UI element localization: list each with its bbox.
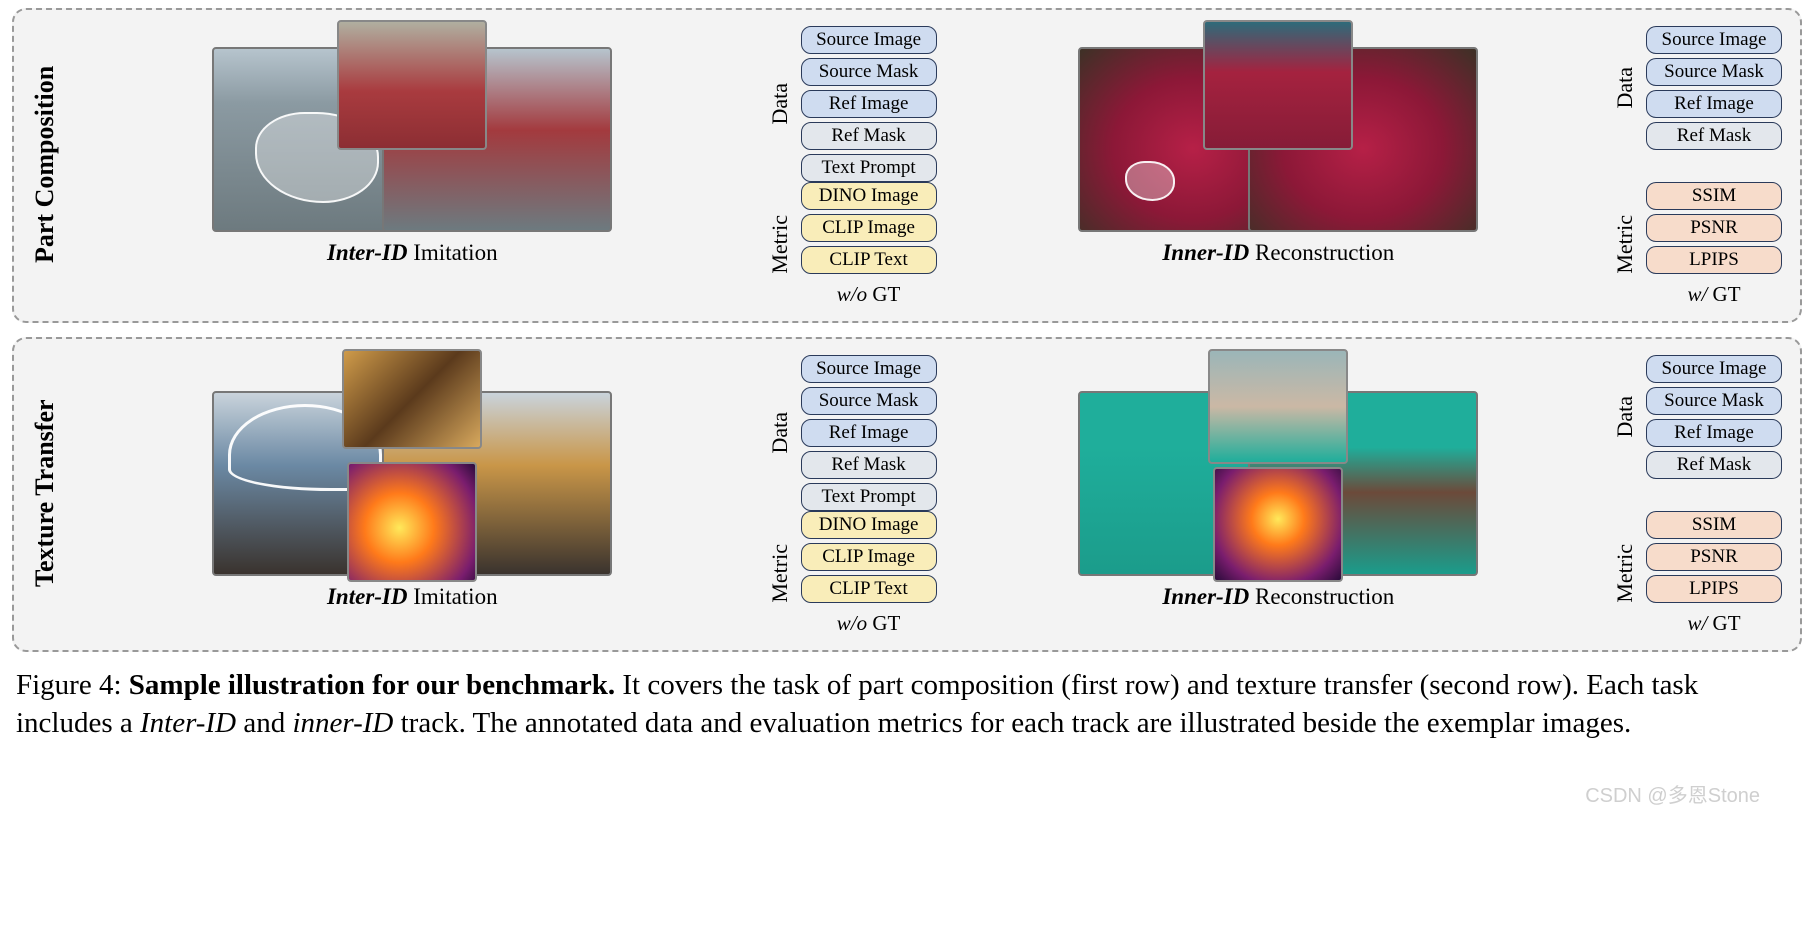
watermark: CSDN @多恩Stone xyxy=(1585,779,1760,808)
metric-label: Metric xyxy=(1612,544,1638,603)
data-stack: Source Image Source Mask Ref Image Ref M… xyxy=(801,355,937,511)
image-block: Inner-ID Reconstruction xyxy=(959,22,1598,307)
image-row xyxy=(959,22,1598,232)
source-mask-overlay xyxy=(1125,161,1175,201)
data-stack: Source Image Source Mask Ref Image Ref M… xyxy=(801,26,937,182)
metric-stack: DINO Image CLIP Image CLIP Text w/o GT xyxy=(801,511,937,636)
data-label: Data xyxy=(767,412,793,454)
tags-col: Data Source Image Source Mask Ref Image … xyxy=(1612,22,1782,307)
depth-overlay xyxy=(347,462,477,582)
image-row xyxy=(72,351,753,576)
pill-source-image: Source Image xyxy=(1646,26,1782,54)
metric-stack: SSIM PSNR LPIPS w/ GT xyxy=(1646,511,1782,636)
metric-group: Metric SSIM PSNR LPIPS w/ GT xyxy=(1612,511,1782,636)
inner-id-block-pc: Inner-ID Reconstruction Data Source Imag… xyxy=(959,22,1782,307)
metric-stack: SSIM PSNR LPIPS w/ GT xyxy=(1646,182,1782,307)
metric-label: Metric xyxy=(1612,215,1638,274)
pill-ref-mask: Ref Mask xyxy=(1646,451,1782,479)
data-group: Data Source Image Source Mask Ref Image … xyxy=(1612,355,1782,479)
data-group: Data Source Image Source Mask Ref Image … xyxy=(767,26,937,182)
caption-bold: Sample illustration for our benchmark. xyxy=(129,669,615,701)
pill-lpips: LPIPS xyxy=(1646,575,1782,603)
gt-line: w/ GT xyxy=(1646,282,1782,307)
data-label: Data xyxy=(767,83,793,125)
image-row xyxy=(959,351,1598,576)
gt-line: w/ GT xyxy=(1646,611,1782,636)
metric-label: Metric xyxy=(767,215,793,274)
pill-source-mask: Source Mask xyxy=(1646,58,1782,86)
data-stack: Source Image Source Mask Ref Image Ref M… xyxy=(1646,26,1782,150)
inner-id-block-tt: Inner-ID Reconstruction Data Source Imag… xyxy=(959,351,1782,636)
inter-id-block-tt: Inter-ID Imitation Data Source Image Sou… xyxy=(72,351,937,636)
data-group: Data Source Image Source Mask Ref Image … xyxy=(1612,26,1782,150)
pill-dino: DINO Image xyxy=(801,182,937,210)
ref-image-dog-scarf xyxy=(337,20,487,150)
panel-texture-transfer: Texture Transfer Inter-ID Imitation Data… xyxy=(12,337,1802,652)
pill-lpips: LPIPS xyxy=(1646,246,1782,274)
data-label: Data xyxy=(1612,67,1638,109)
tags-col: Data Source Image Source Mask Ref Image … xyxy=(1612,351,1782,636)
caption-i1: Inter-ID xyxy=(140,707,236,739)
metric-stack: DINO Image CLIP Image CLIP Text w/o GT xyxy=(801,182,937,307)
metric-group: Metric SSIM PSNR LPIPS w/ GT xyxy=(1612,182,1782,307)
ref-image-bag xyxy=(1203,20,1353,150)
caption-t3: track. The annotated data and evaluation… xyxy=(393,707,1631,739)
pill-source-mask: Source Mask xyxy=(801,58,937,86)
pill-clip-text: CLIP Text xyxy=(801,246,937,274)
caption-t2: and xyxy=(236,707,292,739)
caption-inner-id: Inner-ID Reconstruction xyxy=(1162,240,1394,266)
pill-clip-image: CLIP Image xyxy=(801,543,937,571)
gt-line: w/o GT xyxy=(801,282,937,307)
image-block: Inner-ID Reconstruction xyxy=(959,351,1598,636)
row-label-part-composition: Part Composition xyxy=(28,22,62,307)
data-label: Data xyxy=(1612,396,1638,438)
figure-caption: Figure 4: Sample illustration for our be… xyxy=(12,666,1802,743)
ref-image-sloth xyxy=(1208,349,1348,464)
tags-col: Data Source Image Source Mask Ref Image … xyxy=(767,351,937,636)
depth-overlay-sloth xyxy=(1213,467,1343,582)
pill-ref-mask: Ref Mask xyxy=(801,451,937,479)
pill-clip-text: CLIP Text xyxy=(801,575,937,603)
caption-i2: inner-ID xyxy=(292,707,393,739)
pill-dino: DINO Image xyxy=(801,511,937,539)
pill-ssim: SSIM xyxy=(1646,182,1782,210)
caption-inner-id: Inner-ID Reconstruction xyxy=(1162,584,1394,610)
metric-group: Metric DINO Image CLIP Image CLIP Text w… xyxy=(767,182,937,307)
image-block: Inter-ID Imitation xyxy=(72,22,753,307)
pill-text-prompt: Text Prompt xyxy=(801,483,937,511)
data-group: Data Source Image Source Mask Ref Image … xyxy=(767,355,937,511)
inter-id-block-pc: Inter-ID Imitation Data Source Image Sou… xyxy=(72,22,937,307)
pill-ref-image: Ref Image xyxy=(801,419,937,447)
pill-clip-image: CLIP Image xyxy=(801,214,937,242)
pill-source-image: Source Image xyxy=(1646,355,1782,383)
data-stack: Source Image Source Mask Ref Image Ref M… xyxy=(1646,355,1782,479)
pill-text-prompt: Text Prompt xyxy=(801,154,937,182)
ref-image-leopard xyxy=(342,349,482,449)
gt-line: w/o GT xyxy=(801,611,937,636)
tags-col: Data Source Image Source Mask Ref Image … xyxy=(767,22,937,307)
row-label-texture-transfer: Texture Transfer xyxy=(28,351,62,636)
panel-part-composition: Part Composition Inter-ID Imitation Data… xyxy=(12,8,1802,323)
pill-ref-mask: Ref Mask xyxy=(1646,122,1782,150)
pill-source-mask: Source Mask xyxy=(801,387,937,415)
pill-ref-mask: Ref Mask xyxy=(801,122,937,150)
pill-ssim: SSIM xyxy=(1646,511,1782,539)
pill-ref-image: Ref Image xyxy=(1646,419,1782,447)
pill-source-mask: Source Mask xyxy=(1646,387,1782,415)
metric-label: Metric xyxy=(767,544,793,603)
figure-number: Figure 4: xyxy=(16,669,129,701)
metric-group: Metric DINO Image CLIP Image CLIP Text w… xyxy=(767,511,937,636)
image-block: Inter-ID Imitation xyxy=(72,351,753,636)
pill-psnr: PSNR xyxy=(1646,214,1782,242)
pill-source-image: Source Image xyxy=(801,355,937,383)
caption-inter-id: Inter-ID Imitation xyxy=(327,240,498,266)
pill-source-image: Source Image xyxy=(801,26,937,54)
pill-ref-image: Ref Image xyxy=(1646,90,1782,118)
pill-ref-image: Ref Image xyxy=(801,90,937,118)
pill-psnr: PSNR xyxy=(1646,543,1782,571)
caption-inter-id: Inter-ID Imitation xyxy=(327,584,498,610)
image-row xyxy=(72,22,753,232)
